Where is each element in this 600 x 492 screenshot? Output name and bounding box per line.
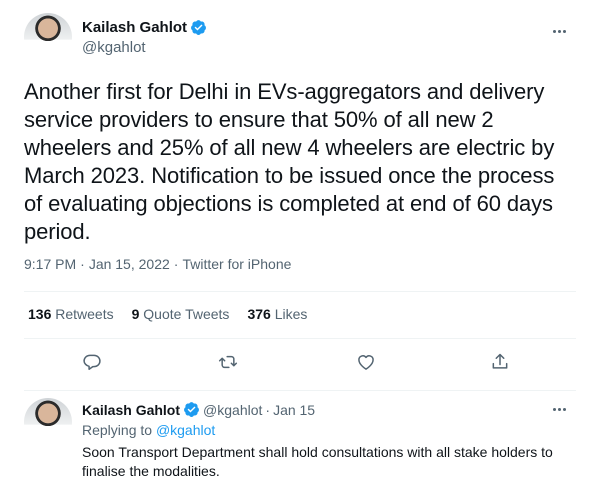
likes-stat[interactable]: 376 Likes <box>247 306 307 322</box>
replying-to: Replying to @kgahlot <box>82 422 215 438</box>
tweet-text: Another first for Delhi in EVs-aggregato… <box>24 79 555 244</box>
author-name-line[interactable]: Kailash Gahlot <box>82 19 207 36</box>
more-options-icon[interactable] <box>553 30 566 33</box>
likes-count: 376 <box>247 306 271 322</box>
reply-icon <box>83 354 101 370</box>
reply-author-avatar[interactable] <box>24 398 72 446</box>
tweet-actions <box>0 350 600 376</box>
quote-tweets-count: 9 <box>131 306 140 322</box>
divider <box>24 291 576 292</box>
retweets-stat[interactable]: 136 Retweets <box>28 306 114 322</box>
tweet-source[interactable]: Twitter for iPhone <box>182 256 291 272</box>
share-icon <box>492 353 508 369</box>
retweets-label: Retweets <box>55 306 114 322</box>
verified-badge-icon <box>184 402 199 417</box>
reply-author-handle[interactable]: @kgahlot <box>203 402 262 418</box>
engagement-stats: 136 Retweets 9 Quote Tweets 376 Likes <box>28 306 307 322</box>
tweet-time[interactable]: 9:17 PM <box>24 256 76 272</box>
retweet-button[interactable] <box>216 350 240 374</box>
author-name[interactable]: Kailash Gahlot <box>82 19 187 36</box>
replying-prefix: Replying to <box>82 422 153 438</box>
tweet-meta: 9:17 PM · Jan 15, 2022 · Twitter for iPh… <box>24 256 291 272</box>
author-avatar[interactable] <box>24 13 72 61</box>
reply-author-name[interactable]: Kailash Gahlot <box>82 402 180 418</box>
author-handle[interactable]: @kgahlot <box>82 39 146 56</box>
quote-tweets-label: Quote Tweets <box>143 306 230 322</box>
like-button[interactable] <box>354 350 378 374</box>
meta-separator: · <box>80 256 85 272</box>
like-icon <box>358 355 374 370</box>
reply-text: Soon Transport Department shall hold con… <box>82 444 553 479</box>
reply-button[interactable] <box>80 350 104 374</box>
share-button[interactable] <box>488 350 512 374</box>
more-options-icon[interactable] <box>553 408 566 411</box>
meta-separator: · <box>173 256 179 272</box>
reply-date[interactable]: Jan 15 <box>273 402 315 418</box>
verified-badge-icon <box>191 20 206 35</box>
likes-label: Likes <box>274 306 308 322</box>
replying-handle-link[interactable]: @kgahlot <box>156 422 215 438</box>
divider <box>24 390 576 391</box>
tweet-date[interactable]: Jan 15, 2022 <box>89 256 170 272</box>
reply-header: Kailash Gahlot @kgahlot · Jan 15 <box>82 401 315 418</box>
reply-separator: · <box>265 401 271 418</box>
quote-tweets-stat[interactable]: 9 Quote Tweets <box>132 306 230 322</box>
divider <box>24 338 576 339</box>
retweet-icon <box>218 355 238 369</box>
retweets-count: 136 <box>28 306 52 322</box>
